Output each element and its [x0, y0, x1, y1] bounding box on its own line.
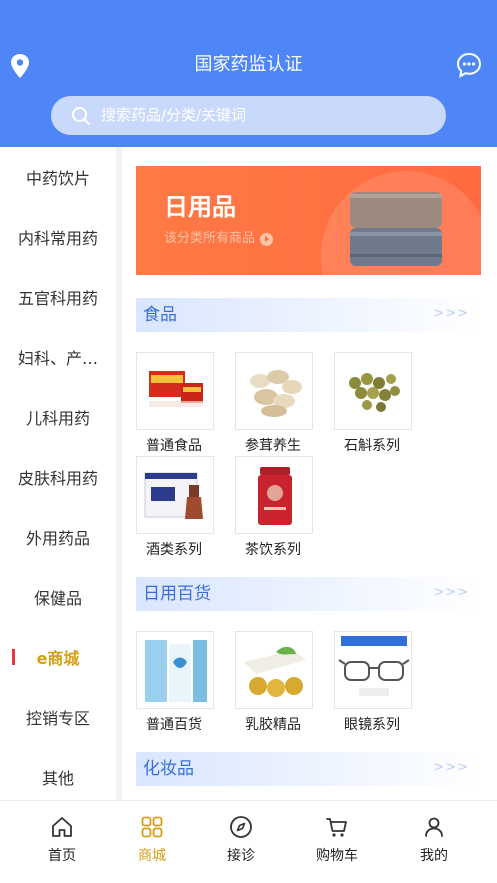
sidebar-item-label: 内科常用药 — [17, 229, 98, 248]
sidebar-item-other[interactable]: 其他 — [0, 747, 116, 807]
section-title: 日用百货 — [143, 584, 211, 604]
product-image — [136, 631, 214, 709]
cart-icon — [326, 818, 347, 837]
product-image — [235, 456, 313, 534]
product-name: 普通食品 — [146, 438, 202, 454]
tab-label: 我的 — [420, 848, 448, 864]
product-item[interactable]: 参茸养生 — [235, 352, 313, 454]
product-item[interactable]: 普通百货 — [136, 631, 214, 733]
banner-subtitle: 该分类所有商品 — [164, 230, 274, 248]
sidebar-item-pediatrics[interactable]: 儿科用药 — [0, 387, 116, 447]
product-name: 石斛系列 — [344, 438, 400, 454]
sidebar-item-health[interactable]: 保健品 — [0, 567, 116, 627]
user-icon — [425, 817, 443, 837]
sidebar-item-label: 妇科、产… — [17, 349, 98, 368]
sidebar-item-emall[interactable]: e商城 — [0, 627, 116, 687]
product-name: 参茸养生 — [245, 438, 301, 454]
section-title: 化妆品 — [143, 759, 194, 779]
banner-subtitle-text: 该分类所有商品 — [164, 231, 256, 246]
sidebar-item-label: 皮肤科用药 — [17, 469, 98, 488]
category-sidebar: 中药饮片 内科常用药 五官科用药 妇科、产… 儿科用药 皮肤科用药 外用药品 保… — [0, 147, 122, 800]
product-item[interactable]: 乳胶精品 — [235, 631, 313, 733]
product-image — [235, 631, 313, 709]
product-name: 普通百货 — [146, 717, 202, 733]
product-image — [136, 352, 214, 430]
tab-label: 接诊 — [227, 848, 255, 864]
sidebar-item-gynecology[interactable]: 妇科、产… — [0, 327, 116, 387]
product-name: 乳胶精品 — [245, 717, 301, 733]
product-name: 茶饮系列 — [245, 542, 301, 558]
sidebar-item-label: 儿科用药 — [25, 409, 90, 428]
section-more[interactable]: >>> — [433, 584, 469, 602]
compass-icon — [230, 816, 252, 838]
tab-consult[interactable]: 接诊 — [196, 801, 286, 883]
section-more[interactable]: >>> — [433, 305, 469, 323]
tab-label: 购物车 — [316, 848, 358, 864]
app-header: 国家药监认证 搜索药品/分类/关键词 — [0, 0, 497, 147]
sidebar-item-dermatology[interactable]: 皮肤科用药 — [0, 447, 116, 507]
sidebar-item-external[interactable]: 外用药品 — [0, 507, 116, 567]
product-image — [235, 352, 313, 430]
section-header-food: 食品 >>> — [136, 298, 481, 332]
tab-home[interactable]: 首页 — [17, 801, 107, 883]
sidebar-item-ent[interactable]: 五官科用药 — [0, 267, 116, 327]
sidebar-item-controlled[interactable]: 控销专区 — [0, 687, 116, 747]
section-header-cosmetics: 化妆品 >>> — [136, 752, 481, 786]
section-header-daily: 日用百货 >>> — [136, 577, 481, 611]
sidebar-item-label: 中药饮片 — [25, 169, 90, 188]
chat-bubble-icon[interactable] — [456, 52, 482, 78]
section-more[interactable]: >>> — [433, 759, 469, 777]
sidebar-item-internal-medicine[interactable]: 内科常用药 — [0, 207, 116, 267]
search-icon — [72, 107, 90, 125]
product-name: 眼镜系列 — [344, 717, 400, 733]
sidebar-item-label: 外用药品 — [25, 529, 90, 548]
product-item[interactable]: 普通食品 — [136, 352, 214, 454]
play-arrow-icon — [260, 232, 274, 246]
grid-icon — [141, 816, 163, 838]
product-item[interactable]: 茶饮系列 — [235, 456, 313, 558]
search-placeholder: 搜索药品/分类/关键词 — [101, 106, 247, 124]
tab-label: 商城 — [138, 848, 166, 864]
sidebar-item-label: 五官科用药 — [17, 289, 98, 308]
product-image — [334, 631, 412, 709]
product-image — [136, 456, 214, 534]
bottom-nav: 首页 商城 接诊 购物车 我的 — [0, 800, 497, 883]
sidebar-item-label: 控销专区 — [25, 709, 90, 728]
tab-cart[interactable]: 购物车 — [292, 801, 382, 883]
search-bar[interactable]: 搜索药品/分类/关键词 — [51, 96, 446, 135]
tab-mine[interactable]: 我的 — [389, 801, 479, 883]
product-item[interactable]: 石斛系列 — [334, 352, 412, 454]
tab-label: 首页 — [48, 848, 76, 864]
category-banner[interactable]: 日用品 该分类所有商品 — [136, 166, 481, 275]
sidebar-item-label: 保健品 — [33, 589, 82, 608]
section-title: 食品 — [143, 305, 177, 325]
product-item[interactable]: 眼镜系列 — [334, 631, 412, 733]
sidebar-item-chinese-herbs[interactable]: 中药饮片 — [0, 147, 116, 207]
product-name: 酒类系列 — [146, 542, 202, 558]
banner-title: 日用品 — [164, 193, 236, 221]
sidebar-item-label: 其他 — [41, 769, 74, 788]
home-icon — [52, 817, 72, 837]
tab-mall[interactable]: 商城 — [107, 801, 197, 883]
product-item[interactable]: 酒类系列 — [136, 456, 214, 558]
sidebar-item-label: e商城 — [36, 649, 80, 668]
towel-image — [350, 192, 442, 266]
page-title: 国家药监认证 — [194, 54, 303, 75]
product-image — [334, 352, 412, 430]
active-indicator — [12, 649, 15, 665]
